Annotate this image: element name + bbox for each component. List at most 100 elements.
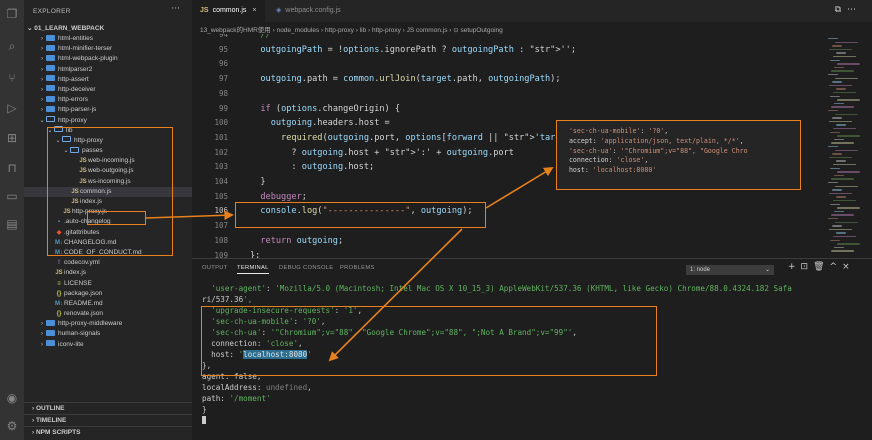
minimap-line — [835, 185, 858, 187]
yml-file-icon: ! — [58, 260, 60, 267]
file-item[interactable]: JShttp-proxy.js — [24, 207, 192, 217]
folder-item[interactable]: › iconv-lite — [24, 340, 192, 350]
minimap-line — [835, 221, 858, 223]
code-line[interactable]: 100 outgoing.headers.host = — [192, 116, 389, 131]
file-item[interactable]: ≡ LICENSE — [24, 279, 192, 289]
file-item[interactable]: ◆ .gitattributes — [24, 228, 192, 238]
terminal-line: 'sec-ch-ua': '"Chromium";v="88", "Google… — [211, 328, 577, 337]
code-line[interactable]: 102 ? outgoing.host + "str">':' + outgoi… — [192, 146, 513, 161]
file-item[interactable]: JSws-incoming.js — [24, 177, 192, 187]
file-item[interactable]: {} renovate.json — [24, 309, 192, 319]
code-line[interactable]: 94 // — [192, 34, 271, 43]
git-file-icon: ◆ — [56, 229, 62, 236]
chevron-down-icon: ⌄ — [55, 137, 61, 144]
minimap-line — [833, 236, 856, 238]
code-line[interactable]: 98 — [192, 87, 250, 102]
code-line[interactable]: 97 outgoing.path = common.urlJoin(target… — [192, 72, 561, 87]
close-panel-icon[interactable]: × — [842, 262, 855, 272]
tab-debug-console[interactable]: DEBUG CONSOLE — [279, 265, 333, 271]
terminal-icon[interactable]: ▤ — [4, 216, 20, 232]
close-icon[interactable]: × — [252, 7, 256, 14]
remote-icon[interactable]: ⊓ — [4, 160, 20, 176]
line-number: 107 — [214, 221, 228, 231]
breadcrumb[interactable]: 13_webpack的HMR使用 › node_modules › http-p… — [200, 24, 503, 34]
minimap[interactable] — [824, 34, 872, 258]
folder-item[interactable]: › http-deceiver — [24, 85, 192, 95]
run-debug-icon[interactable]: ▷ — [4, 100, 20, 116]
folder-item[interactable]: › html-webpack-plugin — [24, 54, 192, 64]
folder-icon — [46, 75, 55, 82]
code-line[interactable]: 107 — [192, 219, 250, 234]
trash-icon[interactable]: 🗑 — [813, 262, 829, 272]
code-line[interactable]: 104 } — [192, 175, 265, 190]
code-line[interactable]: 96 — [192, 57, 250, 72]
code-line[interactable]: 103 : outgoing.host; — [192, 160, 374, 175]
folder-item[interactable]: › human-signals — [24, 329, 192, 339]
file-item[interactable]: ! codecov.yml — [24, 258, 192, 268]
gear-icon[interactable]: ⚙ — [4, 418, 20, 434]
folder-item[interactable]: › http-assert — [24, 75, 192, 85]
tab-terminal[interactable]: TERMINAL — [237, 265, 269, 274]
folder-item[interactable]: ⌄ http-proxy — [24, 136, 192, 146]
file-item[interactable]: M↓CODE_OF_CONDUCT.md — [24, 248, 192, 258]
more-icon[interactable]: ⋯ — [847, 5, 862, 15]
code-line[interactable]: 106 console.log("---------------", outgo… — [192, 204, 472, 219]
folder-item[interactable]: › html-entities — [24, 34, 192, 44]
folder-icon — [54, 126, 63, 133]
file-item[interactable]: JScommon.js — [24, 186, 192, 197]
search-icon[interactable]: ⌕ — [4, 38, 20, 54]
tab-common-js[interactable]: JS common.js × — [192, 0, 265, 22]
js-file-icon: JS — [200, 7, 209, 14]
npm-scripts-section[interactable]: › NPM SCRIPTS — [24, 426, 192, 438]
account-icon[interactable]: ◉ — [4, 390, 20, 406]
more-actions-icon[interactable]: ··· — [171, 4, 180, 14]
timeline-section[interactable]: › TIMELINE — [24, 414, 192, 426]
minimap-line — [833, 56, 856, 58]
tree-item-label: http-parser-js — [58, 106, 97, 114]
tab-problems[interactable]: PROBLEMS — [340, 265, 375, 271]
folder-item[interactable]: › http-errors — [24, 95, 192, 105]
folder-item[interactable]: ⌄ lib — [24, 126, 192, 136]
minimap-line — [832, 153, 842, 155]
source-control-icon[interactable]: ⑂ — [4, 70, 20, 86]
code-line[interactable]: 105 debugger; — [192, 190, 307, 205]
tree-item-label: http-proxy — [58, 116, 87, 124]
file-item[interactable]: ▪ .auto-changelog — [24, 217, 192, 227]
file-item[interactable]: {} package.json — [24, 289, 192, 299]
code-line[interactable]: 95 outgoingPath = !options.ignorePath ? … — [192, 43, 576, 58]
line-number: 101 — [214, 132, 228, 142]
tab-output[interactable]: OUTPUT — [202, 265, 228, 271]
split-terminal-icon[interactable]: ⊡ — [801, 262, 814, 272]
code-line[interactable]: 101 required(outgoing.port, options[forw… — [192, 131, 581, 146]
code-line[interactable]: 99 if (options.changeOrigin) { — [192, 102, 400, 117]
folder-item[interactable]: › htmlparser2 — [24, 65, 192, 75]
files-icon[interactable]: ❐ — [4, 6, 20, 22]
workspace-section[interactable]: ⌄ 01_LEARN_WEBPACK — [27, 24, 104, 32]
file-item[interactable]: M↓README.md — [24, 299, 192, 309]
outline-section[interactable]: › OUTLINE — [24, 402, 192, 414]
code-line[interactable]: 108 return outgoing; — [192, 234, 343, 249]
folder-item[interactable]: › http-proxy-middleware — [24, 319, 192, 329]
extensions-icon[interactable]: ⊞ — [4, 130, 20, 146]
folder-icon — [46, 319, 55, 326]
file-item[interactable]: JSindex.js — [24, 268, 192, 278]
new-terminal-icon[interactable]: + — [788, 262, 801, 272]
folder-item[interactable]: ⌄ http-proxy — [24, 116, 192, 126]
split-editor-icon[interactable]: ⧉ — [835, 5, 847, 15]
line-number: 100 — [214, 118, 228, 128]
file-item[interactable]: JSweb-outgoing.js — [24, 166, 192, 176]
folder-item[interactable]: ⌄ passes — [24, 146, 192, 156]
docker-icon[interactable]: ▭ — [4, 188, 20, 204]
folder-icon — [46, 105, 55, 112]
code-line[interactable]: 109}; — [192, 249, 260, 259]
file-item[interactable]: JSweb-incoming.js — [24, 156, 192, 166]
minimap-line — [836, 52, 846, 54]
folder-item[interactable]: › html-minifier-terser — [24, 44, 192, 54]
maximize-icon[interactable]: ^ — [830, 262, 843, 272]
terminal-select[interactable]: 1: node ⌄ — [686, 265, 774, 275]
folder-item[interactable]: › http-parser-js — [24, 105, 192, 115]
minimap-line — [834, 174, 844, 177]
tab-webpack-config[interactable]: ◈ webpack.config.js — [268, 0, 349, 22]
file-item[interactable]: JSindex.js — [24, 197, 192, 207]
file-item[interactable]: M↓CHANGELOG.md — [24, 238, 192, 248]
